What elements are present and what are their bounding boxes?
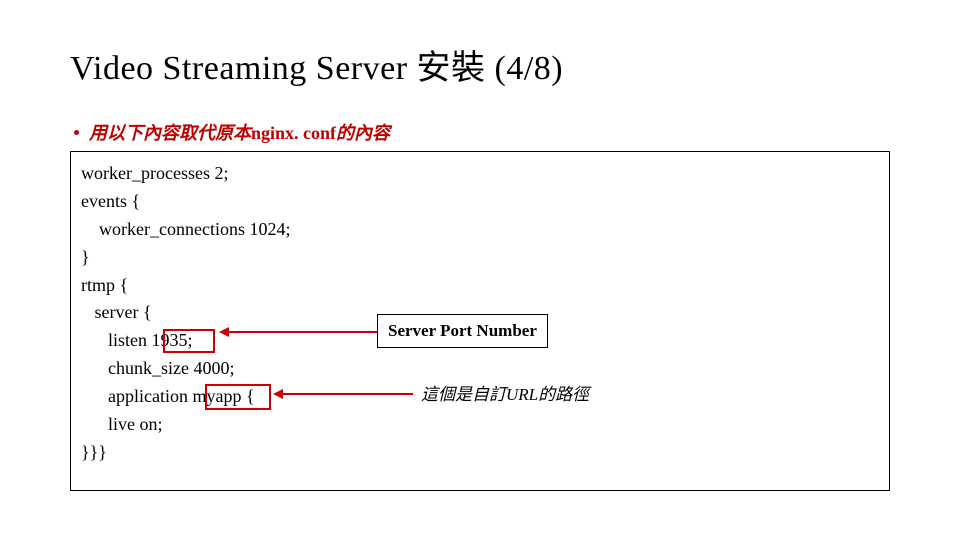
code-line: rtmp { (81, 272, 879, 300)
code-box: worker_processes 2; events { worker_conn… (70, 151, 890, 491)
bullet-text: 用以下內容取代原本nginx. conf的內容 (89, 119, 390, 145)
bullet-item: 用以下內容取代原本nginx. conf的內容 (70, 119, 890, 145)
bullet-prefix: 用以下內容取代原本 (89, 123, 251, 143)
callout-port-label: Server Port Number (377, 314, 548, 348)
callout-url-label: 這個是自訂URL的路徑 (411, 379, 599, 411)
code-line: events { (81, 188, 879, 216)
slide-title: Video Streaming Server 安裝 (4/8) (70, 40, 890, 89)
code-line: worker_processes 2; (81, 160, 879, 188)
highlight-app-box (205, 384, 271, 410)
highlight-port-box (163, 329, 215, 353)
code-line: worker_connections 1024; (81, 216, 879, 244)
bullet-dot-icon (74, 130, 79, 135)
bullet-latin: nginx. conf (251, 123, 336, 143)
code-line: } (81, 244, 879, 272)
code-line: live on; (81, 411, 879, 439)
bullet-suffix: 的內容 (336, 123, 390, 143)
code-line: }}} (81, 439, 879, 467)
slide: Video Streaming Server 安裝 (4/8) 用以下內容取代原… (0, 0, 960, 540)
